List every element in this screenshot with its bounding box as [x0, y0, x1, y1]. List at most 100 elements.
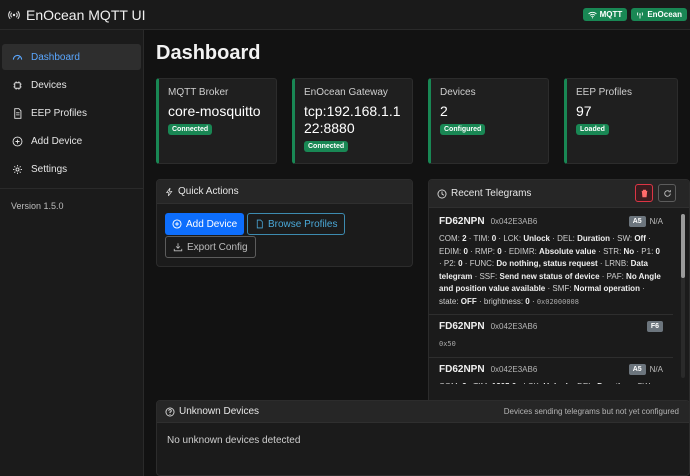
telegram-fields: COM: 2 · TIM: 0 · LCK: Unlock · DEL: Dur…: [439, 234, 661, 306]
field-key: LCK:: [523, 382, 543, 385]
field-key: DEL:: [577, 382, 597, 385]
main-content: Dashboard MQTT Broker core-mosquitto Con…: [144, 30, 690, 476]
document-icon: [256, 219, 263, 229]
field-key: EDIMR:: [508, 246, 540, 256]
status-badge: Loaded: [576, 124, 609, 135]
broadcast-icon: [8, 10, 20, 19]
telegram-list: FD62NPN 0x042E3AB6 A5 N/A COM: 2 · TIM: 0 …: [429, 210, 673, 384]
field-value: 0: [655, 246, 660, 256]
rssi-value: N/A: [649, 217, 663, 226]
add-device-button[interactable]: Add Device: [165, 213, 245, 235]
unknown-devices-card: Unknown Devices Devices sending telegram…: [156, 400, 690, 476]
card-title: Unknown Devices: [179, 406, 260, 417]
sidebar-item-label: EEP Profiles: [31, 107, 87, 119]
field-value: 0: [497, 246, 502, 256]
field-value: Do nothing, status request: [496, 259, 598, 268]
clear-telegrams-button[interactable]: [635, 184, 653, 202]
sidebar-item-label: Devices: [31, 79, 67, 91]
field-key: P1:: [641, 246, 656, 256]
clock-icon: [437, 189, 447, 198]
stat-value: core-mosquitto: [168, 103, 261, 119]
card-title: Quick Actions: [178, 186, 239, 197]
plus-circle-icon: [12, 136, 23, 146]
refresh-icon: [663, 189, 671, 197]
page-title: Dashboard: [156, 42, 261, 64]
field-key: SSF:: [479, 271, 500, 281]
enocean-status-badge: EnOcean: [631, 8, 687, 21]
sidebar-item-add-device[interactable]: Add Device: [2, 128, 141, 154]
field-key: STR:: [603, 246, 624, 256]
sidebar-item-label: Dashboard: [31, 51, 80, 63]
field-value: 2: [462, 382, 466, 385]
sidebar-item-settings[interactable]: Settings: [2, 156, 141, 182]
telegram-fields: COM: 2 · TIM: 1305.6 · LCK: Unlock · DEL…: [439, 381, 663, 385]
trash-icon: [641, 189, 647, 197]
quick-actions-header: Quick Actions: [157, 180, 412, 204]
sidebar-item-label: Settings: [31, 163, 68, 175]
stat-value: tcp:192.168.1.122:8880: [304, 103, 401, 136]
stat-label: EnOcean Gateway: [304, 87, 388, 98]
document-icon: [14, 107, 22, 119]
sidebar-item-label: Add Device: [31, 135, 83, 147]
stat-label: MQTT Broker: [168, 87, 229, 98]
telegram-type-badge: F6: [646, 321, 663, 332]
top-bar: EnOcean MQTT UI MQTT EnOcean: [0, 0, 690, 30]
telegram-item[interactable]: FD62NPN 0x042E3AB6 A5 N/A COM: 2 · TIM: 0 …: [429, 210, 673, 315]
field-key: FUNC:: [469, 259, 497, 268]
status-badge: Connected: [168, 124, 213, 135]
export-config-button[interactable]: Export Config: [165, 236, 256, 258]
field-key: SW:: [617, 234, 635, 243]
field-value: 1305.6: [492, 382, 516, 385]
field-value: 0: [491, 234, 497, 243]
device-id: 0x042E3AB6: [490, 217, 538, 226]
field-value: Duration: [597, 382, 630, 385]
stat-card-enocean-gateway: EnOcean Gateway tcp:192.168.1.122:8880 C…: [292, 78, 413, 164]
stat-card-eep-profiles: EEP Profiles 97 Loaded: [564, 78, 678, 164]
telegram-item[interactable]: FD62NPN 0x042E3AB6 A5N/A COM: 2 · TIM: 13…: [429, 358, 673, 385]
field-value: 0: [463, 246, 468, 256]
lightning-icon: [165, 187, 173, 196]
field-key: SW:: [637, 382, 652, 385]
field-key: DEL:: [557, 234, 578, 243]
empty-state-text: No unknown devices detected: [167, 435, 301, 446]
stat-card-devices: Devices 2 Configured: [428, 78, 549, 164]
field-value: Unlock: [543, 382, 570, 385]
field-key: LRNB:: [604, 259, 631, 268]
cpu-icon: [13, 80, 22, 90]
field-key: state:: [439, 296, 461, 306]
field-value: Send new status of device: [499, 271, 600, 281]
card-subtitle: Devices sending telegrams but not yet co…: [503, 407, 679, 416]
antenna-icon: [637, 11, 644, 18]
status-badge: Configured: [440, 124, 486, 135]
unknown-devices-header: Unknown Devices Devices sending telegram…: [157, 401, 689, 423]
field-value: No: [623, 246, 635, 256]
card-title: Recent Telegrams: [451, 188, 532, 199]
raw-data: 0x50: [439, 340, 456, 348]
device-name: FD62NPN: [439, 321, 485, 332]
gear-icon: [13, 164, 22, 174]
sidebar-item-devices[interactable]: Devices: [2, 72, 141, 98]
telegram-item[interactable]: FD62NPN 0x042E3AB6 F6 0x50: [429, 315, 673, 358]
version-label: Version 1.5.0: [11, 201, 64, 211]
browse-profiles-button[interactable]: Browse Profiles: [247, 213, 346, 235]
field-value: 2: [462, 234, 467, 243]
telegram-type-badge: A5: [628, 363, 646, 375]
rssi-value: N/A: [649, 364, 663, 374]
field-key: COM:: [439, 382, 462, 385]
sidebar-item-dashboard[interactable]: Dashboard: [2, 44, 141, 70]
stat-value: 2: [440, 103, 448, 119]
quick-actions-card: Quick Actions Add Device Browse Profiles…: [156, 179, 413, 267]
field-value: 0: [525, 296, 530, 306]
telegram-type-badge: A5: [628, 216, 646, 227]
stat-card-mqtt-broker: MQTT Broker core-mosquitto Connected: [156, 78, 277, 164]
sidebar-item-eep-profiles[interactable]: EEP Profiles: [2, 100, 141, 126]
raw-data: 0x02000008: [536, 297, 579, 306]
scrollbar-thumb[interactable]: [681, 214, 685, 278]
refresh-telegrams-button[interactable]: [658, 184, 676, 202]
telegram-scrollbar[interactable]: [681, 214, 685, 378]
app-brand: EnOcean MQTT UI: [8, 7, 146, 23]
field-value: Duration: [577, 234, 611, 243]
telegram-fields: 0x50: [439, 338, 663, 351]
device-name: FD62NPN: [439, 363, 485, 375]
status-badge: Connected: [304, 141, 349, 152]
